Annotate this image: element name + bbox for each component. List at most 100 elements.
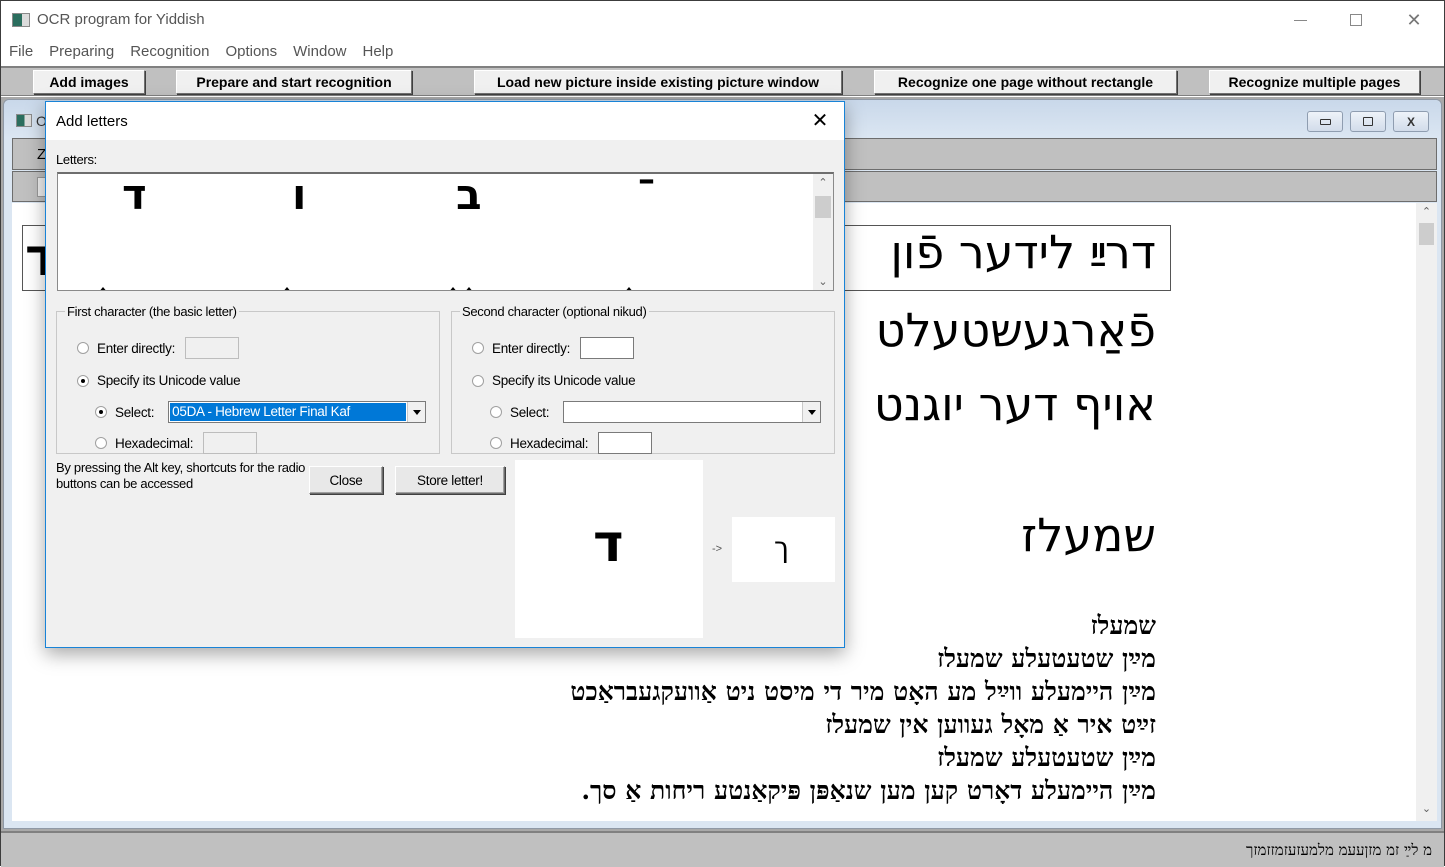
menu-window[interactable]: Window xyxy=(285,39,354,65)
first-hexadecimal-input[interactable] xyxy=(203,432,258,454)
load-new-picture-button[interactable]: Load new picture inside existing picture… xyxy=(474,70,842,94)
add-images-button[interactable]: Add images xyxy=(33,70,145,94)
dialog-title: Add letters xyxy=(56,113,128,130)
restore-icon xyxy=(1363,117,1373,126)
second-enter-directly-radio[interactable] xyxy=(472,342,484,354)
letter-item-partial xyxy=(464,287,474,290)
first-enter-directly-input[interactable] xyxy=(185,337,240,359)
second-unicode-select-value xyxy=(565,403,801,421)
letters-label: Letters: xyxy=(56,152,97,167)
letter-item-partial xyxy=(624,287,634,290)
close-icon: X xyxy=(1406,114,1415,129)
scroll-up-icon[interactable]: ⌃ xyxy=(813,176,833,189)
menu-recognition[interactable]: Recognition xyxy=(122,39,217,65)
close-icon: ✕ xyxy=(811,110,829,132)
first-hexadecimal-radio[interactable] xyxy=(95,437,107,449)
second-character-group: Second character (optional nikud) Enter … xyxy=(451,304,835,454)
first-unicode-select-value: 05DA - Hebrew Letter Final Kaf xyxy=(170,403,407,421)
first-enter-directly-row: Enter directly: xyxy=(77,337,240,359)
letter-item[interactable]: ד xyxy=(122,174,147,219)
dialog-titlebar: Add letters ✕ xyxy=(46,102,844,140)
document-line-large: פֿאַרגעשטעלט xyxy=(875,303,1156,357)
document-line-small: זײַט איר אַ מאָל געווען אין שמעלז xyxy=(825,710,1156,739)
letters-list[interactable]: ד ו ב ֿ ⌃ ⌄ xyxy=(57,172,834,291)
result-letter-glyph: ך xyxy=(774,531,790,564)
minimize-icon xyxy=(1319,118,1331,125)
first-hexadecimal-row: Hexadecimal: xyxy=(95,432,258,454)
document-line-small: מײַן שטעטעלע שמעלז xyxy=(937,743,1156,772)
first-select-radio[interactable] xyxy=(95,406,107,418)
minimize-button[interactable] xyxy=(1271,1,1329,39)
letter-item-partial xyxy=(282,287,292,290)
dialog-close-button[interactable]: ✕ xyxy=(808,109,832,133)
first-character-group: First character (the basic letter) Enter… xyxy=(56,304,440,454)
maximize-button[interactable] xyxy=(1327,1,1385,39)
second-select-label: Select: xyxy=(510,404,550,420)
child-minimize-button[interactable] xyxy=(1307,111,1343,132)
second-hexadecimal-row: Hexadecimal: xyxy=(490,432,653,454)
scroll-thumb[interactable] xyxy=(1419,223,1434,245)
second-hexadecimal-label: Hexadecimal: xyxy=(510,435,589,451)
child-restore-button[interactable] xyxy=(1350,111,1386,132)
first-enter-directly-label: Enter directly: xyxy=(97,340,176,356)
recognize-one-page-button[interactable]: Recognize one page without rectangle xyxy=(874,70,1177,94)
document-line-small: שמעלז xyxy=(1090,611,1156,640)
second-specify-unicode-radio[interactable] xyxy=(472,374,484,387)
second-enter-directly-label: Enter directly: xyxy=(492,340,571,356)
title-bar: OCR program for Yiddish ✕ xyxy=(1,1,1444,39)
store-letter-button[interactable]: Store letter! xyxy=(395,466,505,494)
scroll-down-icon[interactable]: ⌄ xyxy=(1416,802,1437,819)
menu-preparing[interactable]: Preparing xyxy=(41,39,122,65)
first-character-legend: First character (the basic letter) xyxy=(67,304,237,319)
add-letters-dialog: Add letters ✕ Letters: ד ו ב ֿ ⌃ ⌄ First… xyxy=(45,101,845,648)
document-line-small: מײַן היימעלע ווײַל מע האָט מיר די מיסט נ… xyxy=(570,677,1156,706)
letter-item-partial xyxy=(98,287,108,290)
status-bar: מ לײַ זמ מזןעעמ מלמעזעזמזזמזך xyxy=(1,831,1444,867)
maximize-icon xyxy=(1350,14,1362,26)
menu-options[interactable]: Options xyxy=(217,39,285,65)
first-hexadecimal-label: Hexadecimal: xyxy=(115,435,194,451)
close-icon: ✕ xyxy=(1406,9,1422,30)
second-hexadecimal-radio[interactable] xyxy=(490,437,502,449)
chevron-down-icon[interactable] xyxy=(407,402,426,422)
source-letter-preview: ד xyxy=(515,460,703,638)
second-unicode-select[interactable] xyxy=(563,401,822,423)
recognize-multiple-pages-button[interactable]: Recognize multiple pages xyxy=(1209,70,1420,94)
second-enter-directly-input[interactable] xyxy=(580,337,635,359)
letters-scrollbar[interactable]: ⌃ ⌄ xyxy=(813,174,833,290)
alt-key-hint: By pressing the Alt key, shortcuts for t… xyxy=(56,460,306,491)
menu-file[interactable]: File xyxy=(1,39,41,65)
first-unicode-select[interactable]: 05DA - Hebrew Letter Final Kaf xyxy=(168,401,427,423)
scroll-down-icon[interactable]: ⌄ xyxy=(813,275,833,288)
source-letter-glyph: ד xyxy=(593,514,624,574)
letter-item[interactable]: ו xyxy=(292,174,306,219)
document-line-small: מײַן היימעלע דאָרט קען מען שנאַפּן פּיקא… xyxy=(581,776,1156,805)
menu-help[interactable]: Help xyxy=(355,39,402,65)
second-hexadecimal-input[interactable] xyxy=(598,432,653,454)
first-select-label: Select: xyxy=(115,404,155,420)
document-line-large: שמעלז xyxy=(1021,508,1156,562)
second-character-legend: Second character (optional nikud) xyxy=(462,304,647,319)
picture-vertical-scrollbar[interactable]: ⌃ ⌄ xyxy=(1416,203,1437,821)
scroll-up-icon[interactable]: ⌃ xyxy=(1416,205,1437,222)
arrow-label: -> xyxy=(712,543,723,555)
prepare-start-recognition-button[interactable]: Prepare and start recognition xyxy=(176,70,412,94)
first-enter-directly-radio[interactable] xyxy=(77,342,89,354)
letter-item-partial xyxy=(448,287,458,290)
scroll-thumb[interactable] xyxy=(815,196,831,218)
child-close-button[interactable]: X xyxy=(1393,111,1429,132)
first-specify-unicode-radio[interactable] xyxy=(77,374,89,387)
app-icon xyxy=(12,13,30,27)
first-specify-unicode-label: Specify its Unicode value xyxy=(97,373,241,388)
second-select-row: Select: xyxy=(490,401,822,423)
close-window-button[interactable]: ✕ xyxy=(1385,1,1443,39)
status-text: מ לײַ זמ מזןעעמ מלמעזעזמזזמזך xyxy=(1246,841,1432,859)
first-specify-unicode-row: Specify its Unicode value xyxy=(77,373,241,388)
second-select-radio[interactable] xyxy=(490,406,502,418)
close-button[interactable]: Close xyxy=(309,466,383,494)
second-specify-unicode-row: Specify its Unicode value xyxy=(472,373,636,388)
letter-item[interactable]: ב xyxy=(456,174,482,219)
main-toolbar: Add images Prepare and start recognition… xyxy=(1,66,1444,96)
chevron-down-icon[interactable] xyxy=(802,402,821,422)
app-window: OCR program for Yiddish ✕ File Preparing… xyxy=(0,0,1445,867)
